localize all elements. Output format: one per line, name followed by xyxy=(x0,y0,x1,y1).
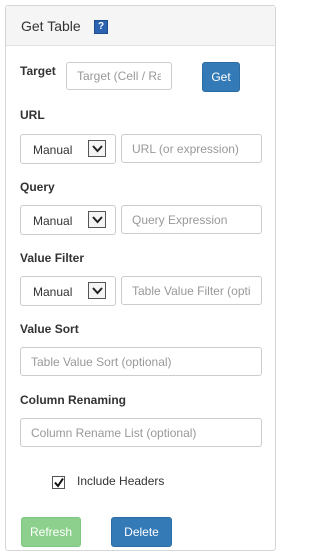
help-icon[interactable]: ? xyxy=(94,20,108,34)
delete-button[interactable]: Delete xyxy=(111,517,172,547)
chevron-down-icon xyxy=(88,282,106,299)
query-label: Query xyxy=(20,180,55,194)
value-filter-mode-value: Manual xyxy=(33,285,73,299)
value-sort-input[interactable] xyxy=(20,347,262,376)
checkmark-icon xyxy=(54,477,64,488)
panel-title: Get Table xyxy=(21,18,81,34)
refresh-button[interactable]: Refresh xyxy=(21,517,81,547)
value-filter-input[interactable] xyxy=(121,276,262,305)
chevron-down-icon xyxy=(88,140,106,157)
target-label: Target xyxy=(20,64,56,78)
url-mode-value: Manual xyxy=(33,143,73,157)
value-filter-mode-select[interactable]: Manual xyxy=(20,276,116,306)
get-button[interactable]: Get xyxy=(202,62,240,92)
value-filter-label: Value Filter xyxy=(20,251,85,265)
column-renaming-label: Column Renaming xyxy=(20,393,127,407)
chevron-down-icon xyxy=(88,211,106,228)
include-headers-checkbox[interactable] xyxy=(52,476,65,489)
query-mode-select[interactable]: Manual xyxy=(20,205,116,235)
url-input[interactable] xyxy=(121,134,262,163)
url-label: URL xyxy=(20,108,45,122)
include-headers-label: Include Headers xyxy=(77,474,165,488)
panel-header: Get Table ? xyxy=(6,6,275,46)
query-input[interactable] xyxy=(121,205,262,234)
target-input[interactable] xyxy=(66,62,172,90)
column-renaming-input[interactable] xyxy=(20,418,262,447)
value-sort-label: Value Sort xyxy=(20,322,79,336)
url-mode-select[interactable]: Manual xyxy=(20,134,116,164)
query-mode-value: Manual xyxy=(33,214,73,228)
